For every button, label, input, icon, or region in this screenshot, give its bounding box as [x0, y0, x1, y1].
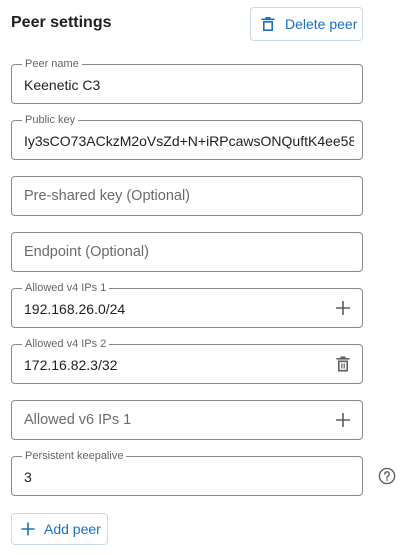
persistent-keepalive-value: 3 [24, 469, 32, 485]
allowed-v6-ips-1-placeholder: Allowed v6 IPs 1 [24, 412, 132, 428]
allowed-v4-ips-1-label: Allowed v4 IPs 1 [22, 281, 110, 295]
help-icon[interactable] [378, 467, 396, 485]
peer-name-label: Peer name [22, 57, 82, 71]
allowed-v4-ips-1-field[interactable]: Allowed v4 IPs 1 192.168.26.0/24 [11, 281, 363, 328]
peer-name-field[interactable]: Peer name Keenetic C3 [11, 57, 363, 104]
trash-icon [261, 17, 275, 31]
allowed-v4-ips-2-field[interactable]: Allowed v4 IPs 2 172.16.82.3/32 [11, 337, 363, 384]
plus-icon [21, 522, 35, 536]
public-key-value: Iy3sCO73ACkzM2oVsZd+N+iRPcawsONQuftK4ee5… [24, 133, 354, 149]
endpoint-placeholder: Endpoint (Optional) [24, 244, 149, 260]
allowed-v4-ips-1-value: 192.168.26.0/24 [24, 301, 126, 317]
endpoint-field[interactable]: Endpoint (Optional) [11, 232, 363, 272]
persistent-keepalive-field[interactable]: Persistent keepalive 3 [11, 449, 363, 496]
persistent-keepalive-label: Persistent keepalive [22, 449, 127, 463]
add-peer-button[interactable]: Add peer [11, 513, 108, 545]
preshared-key-field[interactable]: Pre-shared key (Optional) [11, 176, 363, 216]
plus-icon[interactable] [334, 299, 352, 317]
public-key-label: Public key [22, 113, 79, 127]
delete-peer-label: Delete peer [285, 16, 358, 32]
preshared-key-placeholder: Pre-shared key (Optional) [24, 188, 191, 204]
allowed-v6-ips-1-field[interactable]: Allowed v6 IPs 1 [11, 400, 363, 440]
allowed-v4-ips-2-value: 172.16.82.3/32 [24, 357, 118, 373]
page-title: Peer settings [11, 14, 112, 31]
add-peer-label: Add peer [44, 521, 101, 537]
delete-peer-button[interactable]: Delete peer [250, 7, 363, 41]
plus-icon[interactable] [334, 411, 352, 429]
trash-icon[interactable] [334, 355, 352, 373]
peer-name-value: Keenetic C3 [24, 77, 101, 93]
allowed-v4-ips-2-label: Allowed v4 IPs 2 [22, 337, 110, 351]
public-key-field[interactable]: Public key Iy3sCO73ACkzM2oVsZd+N+iRPcaws… [11, 113, 363, 160]
